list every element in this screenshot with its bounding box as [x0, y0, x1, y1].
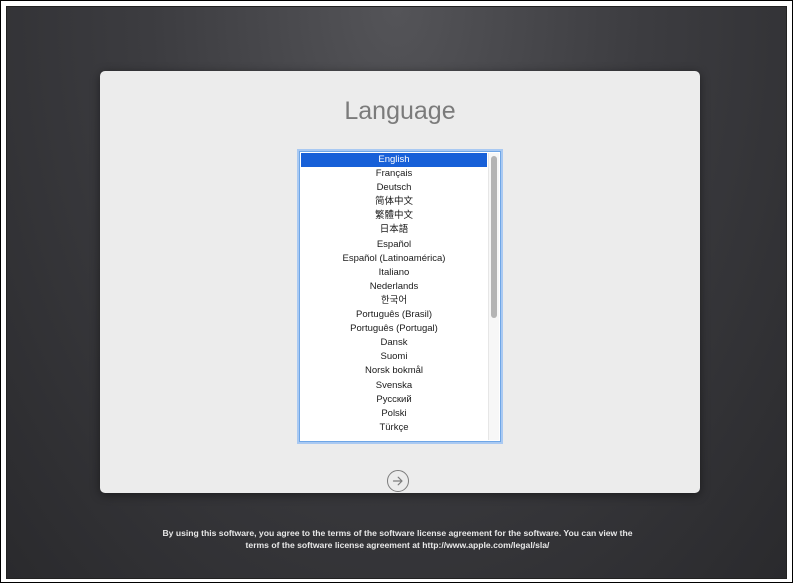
scrollbar[interactable] — [488, 153, 499, 440]
language-panel: Language English Français Deutsch 简体中文 繁體中文日… — [100, 71, 700, 493]
page-title: Language — [344, 97, 456, 125]
language-option[interactable]: Deutsch — [301, 181, 487, 195]
language-option[interactable]: Nederlands — [301, 280, 487, 294]
language-option[interactable]: Polski — [301, 407, 487, 421]
next-button[interactable] — [387, 470, 409, 492]
language-option[interactable]: Français — [301, 167, 487, 181]
language-option[interactable]: Español (Latinoamérica) — [301, 252, 487, 266]
language-list[interactable]: English Français Deutsch 简体中文 繁體中文 日本語 Español… — [299, 151, 501, 442]
language-option[interactable]: Dansk — [301, 336, 487, 350]
language-option[interactable]: Español — [301, 238, 487, 252]
language-option[interactable]: Português (Brasil) — [301, 308, 487, 322]
language-option[interactable]: Русский — [301, 393, 487, 407]
language-option[interactable]: 日本語 — [301, 223, 487, 237]
language-option[interactable]: Türkçe — [301, 421, 487, 435]
license-line-2: terms of the software license agreement … — [245, 540, 550, 550]
arrow-right-icon — [392, 476, 403, 486]
language-option[interactable]: Italiano — [301, 266, 487, 280]
language-option[interactable]: 简体中文 — [301, 195, 487, 209]
language-option[interactable]: Suomi — [301, 350, 487, 364]
installer-screen: Language English Français Deutsch 简体中文 繁體中文日… — [6, 6, 787, 579]
language-option[interactable]: English — [301, 153, 487, 168]
language-option[interactable]: 한국어 — [301, 294, 487, 308]
scrollbar-thumb[interactable] — [491, 156, 497, 318]
language-option[interactable]: Svenska — [301, 379, 487, 393]
license-line-1: By using this software, you agree to the… — [162, 528, 633, 538]
license-notice: By using this software, you agree to the… — [7, 527, 786, 551]
language-option[interactable]: Português (Portugal) — [301, 322, 487, 336]
language-option[interactable]: Norsk bokmål — [301, 364, 487, 378]
language-list-items: English Français Deutsch 简体中文 繁體中文 日本語 Español… — [301, 153, 487, 435]
language-option[interactable]: 繁體中文 — [301, 209, 487, 223]
screenshot-frame: Language English Français Deutsch 简体中文 繁體中文日… — [0, 0, 793, 583]
